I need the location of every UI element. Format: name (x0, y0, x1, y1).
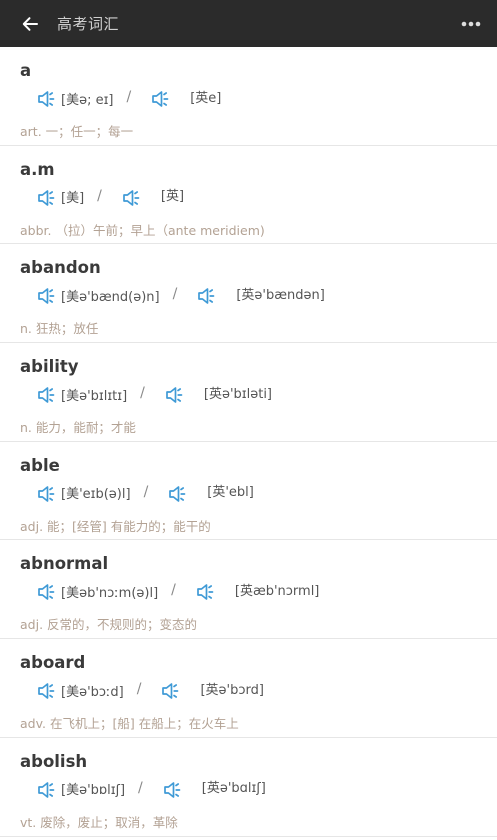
arrow-left-icon (22, 16, 38, 31)
word-definition: adv. 在飞机上；[船] 在船上；在火车上 (20, 716, 239, 732)
us-phonetic: [美ə; eɪ] (61, 92, 114, 108)
phonetic-separator: / (143, 483, 149, 500)
speaker-icon (152, 91, 169, 107)
speaker-icon (38, 485, 55, 502)
play-uk-pronunciation-button[interactable] (150, 89, 172, 109)
phonetic-row: [美] / [英] (36, 188, 184, 208)
word-list-item[interactable]: abolish [美ə'bɒlɪʃ] / [英ə'bɑlɪʃ] vt. 废除，废止；… (0, 737, 497, 837)
word-definition: n. 狂热；放任 (20, 321, 99, 337)
word-title: abnormal (20, 554, 109, 574)
word-list-item[interactable]: aboard [美ə'bɔːd] / [英ə'bɔrd] adv. 在飞机上；[船]… (0, 639, 497, 738)
play-uk-pronunciation-button[interactable] (196, 286, 218, 306)
phonetic-row: [美ə'bɒlɪʃ] / [英ə'bɑlɪʃ] (36, 780, 266, 800)
uk-phonetic: [英æb'nɔrml] (234, 583, 320, 599)
speaker-icon (162, 683, 179, 699)
play-uk-pronunciation-button[interactable] (167, 484, 189, 504)
play-us-pronunciation-button[interactable] (36, 484, 58, 504)
speaker-icon (38, 189, 55, 206)
play-us-pronunciation-button[interactable] (36, 286, 58, 306)
phonetic-row: [美ə'bɔːd] / [英ə'bɔrd] (36, 681, 264, 701)
word-title: a.m (20, 159, 55, 179)
word-list-item[interactable]: abnormal [美əb'nɔːm(ə)l] / [英æb'nɔrml] adj.… (0, 540, 497, 640)
word-title: aboard (20, 653, 86, 673)
speaker-icon (197, 584, 214, 601)
word-definition: vt. 废除，废止；取消，革除 (20, 814, 178, 830)
uk-phonetic: [英'ebl] (207, 485, 254, 501)
word-definition: n. 能力，能耐；才能 (20, 420, 136, 436)
speaker-icon (163, 781, 181, 798)
app-root: 高考词汇 a [美ə; eɪ] / [英e] art. 一；任一；每一 a.m [美]… (0, 0, 497, 840)
speaker-icon (169, 485, 186, 502)
word-list-item[interactable]: ability [美ə'bɪlɪtɪ] / [英ə'bɪləti] n. 能力，能耐… (0, 343, 497, 442)
word-title: able (20, 455, 60, 475)
more-horizontal-icon (461, 21, 481, 27)
play-us-pronunciation-button[interactable] (36, 582, 58, 602)
us-phonetic: [美ə'bɪlɪtɪ] (61, 388, 128, 404)
back-button[interactable] (16, 10, 44, 38)
phonetic-row: [美ə'bɪlɪtɪ] / [英ə'bɪləti] (36, 385, 272, 405)
speaker-icon (38, 683, 55, 699)
word-definition: adj. 能；[经管] 有能力的；能干的 (20, 518, 211, 534)
speaker-icon (38, 288, 55, 305)
uk-phonetic: [英ə'bɔrd] (200, 682, 264, 698)
play-uk-pronunciation-button[interactable] (195, 582, 217, 602)
word-list-item[interactable]: abandon [美ə'bænd(ə)n] / [英ə'bændən] n. 狂热；… (0, 244, 497, 344)
us-phonetic: [美] (61, 191, 85, 207)
uk-phonetic: [英ə'bɑlɪʃ] (201, 781, 266, 797)
word-definition: adj. 反常的，不规则的；变态的 (20, 617, 198, 633)
us-phonetic: [美əb'nɔːm(ə)l] (61, 585, 159, 601)
phonetic-separator: / (136, 681, 142, 698)
word-definition: abbr. （拉）午前；早上（ante meridiem) (20, 222, 265, 238)
word-title: ability (20, 357, 79, 377)
play-uk-pronunciation-button[interactable] (162, 780, 184, 800)
top-app-bar: 高考词汇 (0, 0, 497, 47)
phonetic-separator: / (171, 582, 176, 599)
play-us-pronunciation-button[interactable] (36, 89, 58, 109)
play-us-pronunciation-button[interactable] (36, 385, 58, 405)
us-phonetic: [美ə'bænd(ə)n] (61, 289, 160, 305)
uk-phonetic: [英ə'bændən] (236, 287, 325, 303)
speaker-icon (38, 584, 55, 601)
uk-phonetic: [英ə'bɪləti] (203, 386, 273, 402)
speaker-icon (166, 387, 183, 403)
us-phonetic: [美'eɪb(ə)l] (61, 487, 131, 503)
page-title: 高考词汇 (57, 15, 120, 33)
play-uk-pronunciation-button[interactable] (160, 681, 182, 701)
speaker-icon (123, 189, 140, 206)
word-title: a (20, 61, 32, 80)
speaker-icon (198, 288, 215, 305)
word-list-item[interactable]: able [美'eɪb(ə)l] / [英'ebl] adj. 能；[经管] 有能力… (0, 441, 497, 541)
phonetic-separator: / (140, 385, 145, 402)
play-us-pronunciation-button[interactable] (36, 188, 58, 208)
word-title: abandon (20, 258, 101, 278)
us-phonetic: [美ə'bɒlɪʃ] (61, 783, 126, 799)
speaker-icon (38, 387, 55, 403)
word-list-item[interactable]: a.m [美] / [英] abbr. （拉）午前；早上（ante meridiem… (0, 145, 497, 245)
uk-phonetic: [英] (160, 189, 185, 205)
speaker-icon (38, 781, 55, 798)
play-us-pronunciation-button[interactable] (36, 681, 58, 701)
word-title: abolish (20, 751, 88, 771)
play-us-pronunciation-button[interactable] (36, 780, 58, 800)
phonetic-separator: / (97, 187, 102, 204)
uk-phonetic: [英e] (190, 90, 222, 106)
play-uk-pronunciation-button[interactable] (121, 188, 143, 208)
phonetic-row: [美ə; eɪ] / [英e] (36, 89, 221, 109)
word-list-item[interactable]: a [美ə; eɪ] / [英e] art. 一；任一；每一 (0, 47, 497, 146)
phonetic-separator: / (126, 89, 132, 105)
phonetic-row: [美ə'bænd(ə)n] / [英ə'bændən] (36, 286, 325, 306)
word-definition: art. 一；任一；每一 (20, 124, 134, 139)
speaker-icon (38, 91, 55, 107)
phonetic-separator: / (172, 286, 178, 303)
phonetic-row: [美'eɪb(ə)l] / [英'ebl] (36, 484, 254, 504)
phonetic-separator: / (138, 779, 143, 796)
us-phonetic: [美ə'bɔːd] (61, 684, 124, 700)
more-options-button[interactable] (457, 10, 485, 38)
play-uk-pronunciation-button[interactable] (164, 385, 186, 405)
word-list: a [美ə; eɪ] / [英e] art. 一；任一；每一 a.m [美] / [英]… (0, 47, 497, 837)
phonetic-row: [美əb'nɔːm(ə)l] / [英æb'nɔrml] (36, 582, 319, 602)
